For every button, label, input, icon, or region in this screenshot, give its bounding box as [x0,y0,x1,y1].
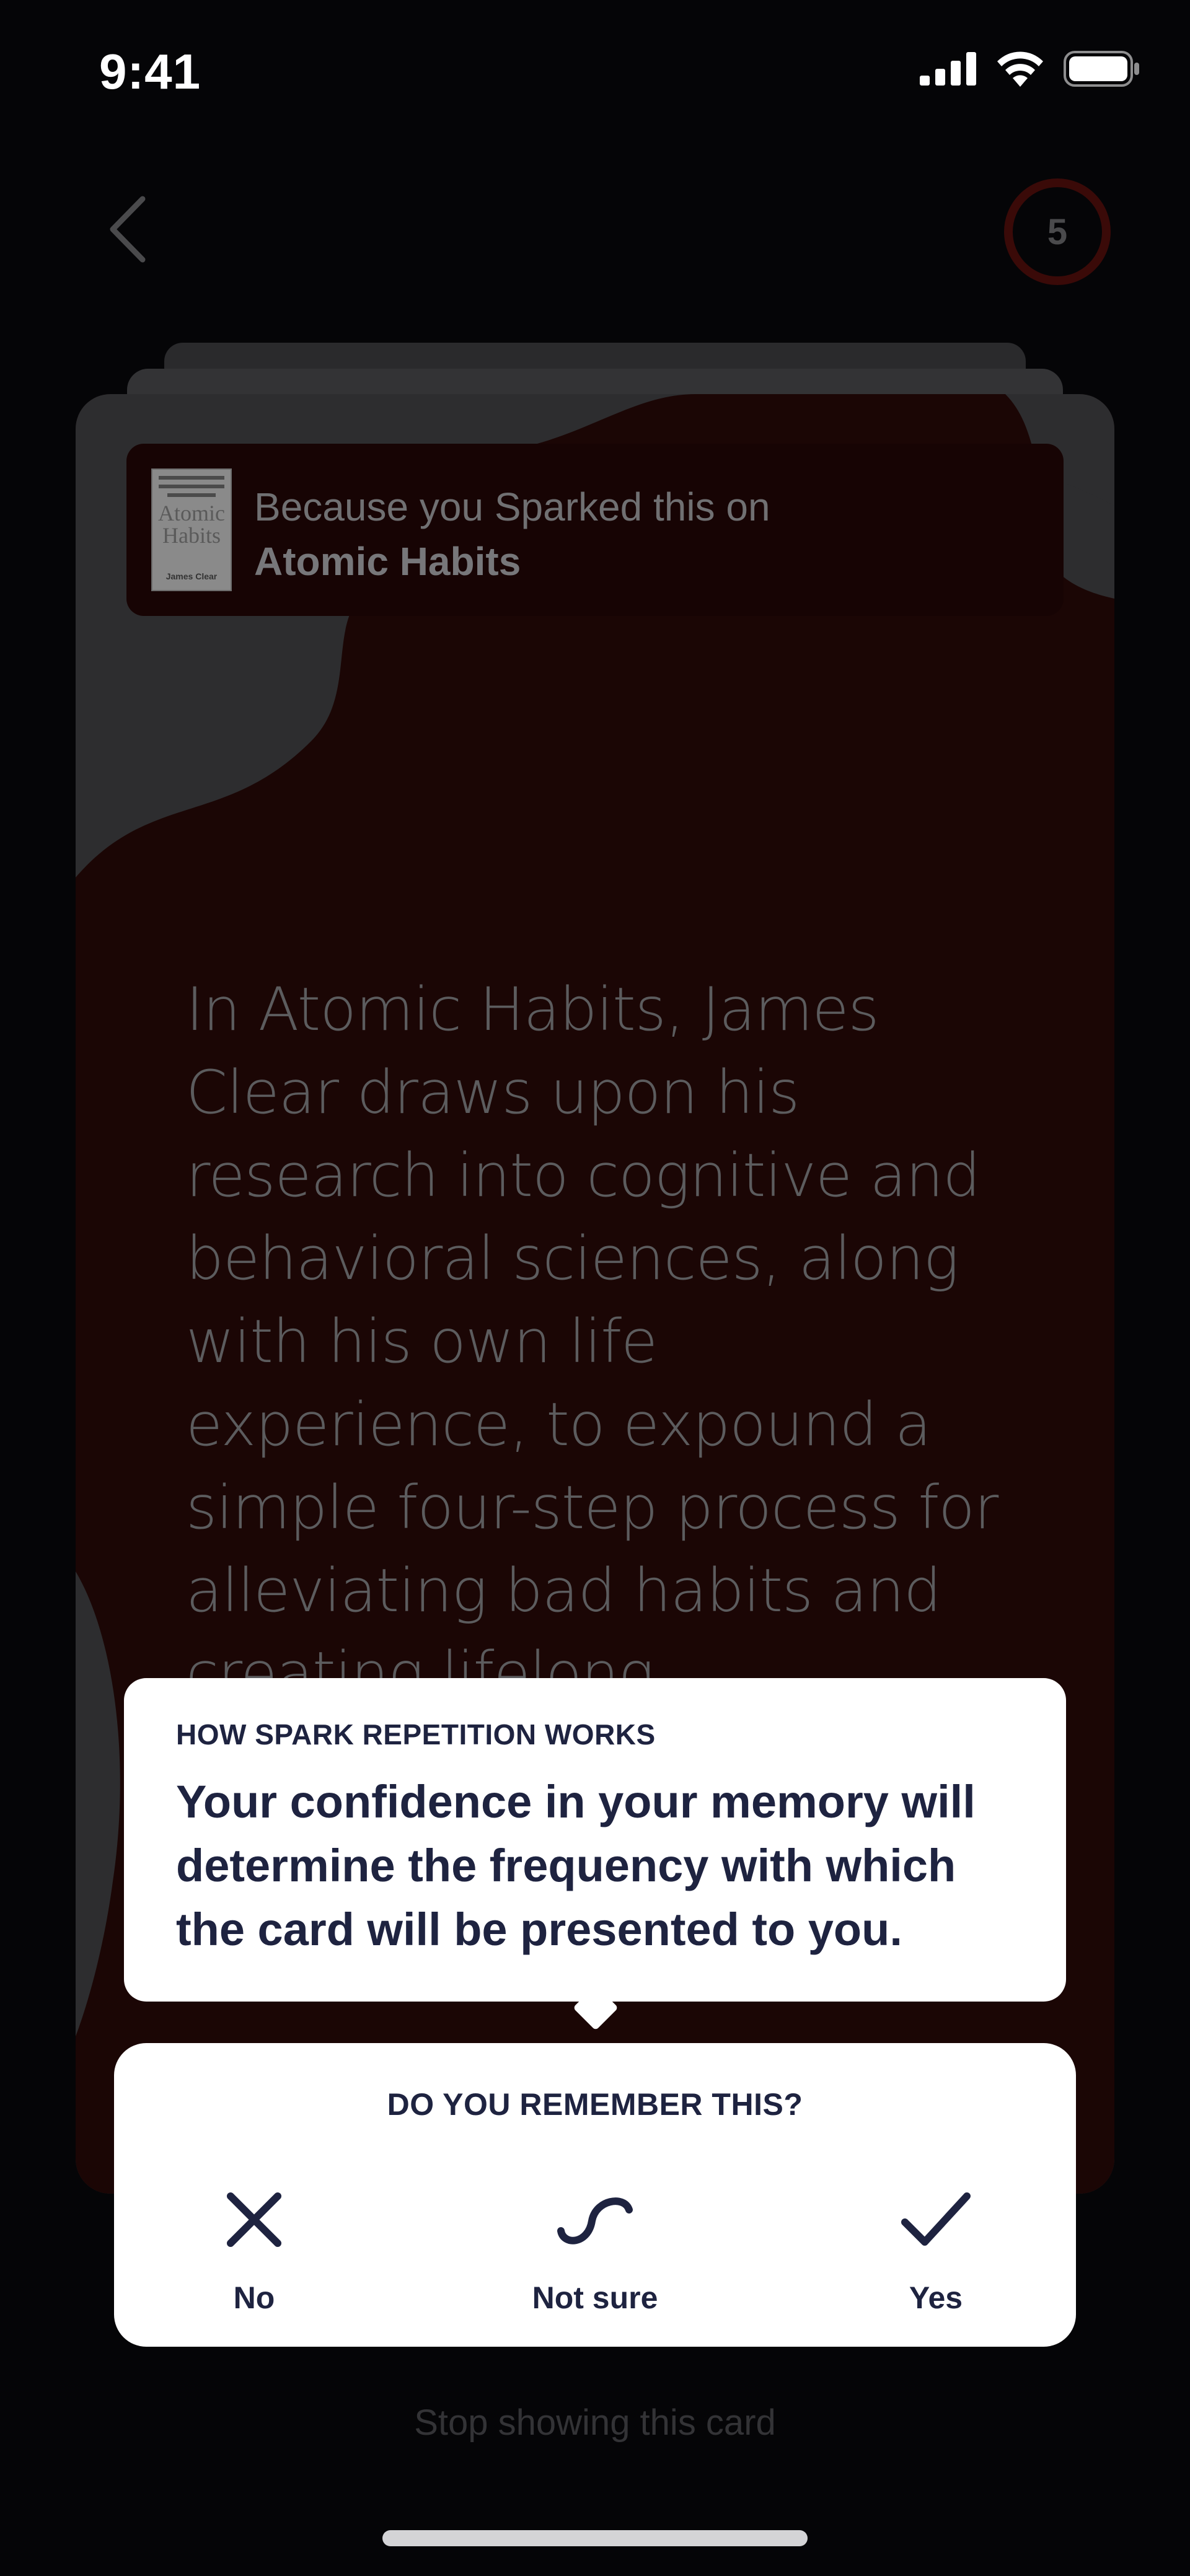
card-body-text: In Atomic Habits, James Clear draws upon… [186,975,998,1708]
status-icons [920,51,1140,87]
wifi-icon [997,51,1043,87]
stop-showing-card-link[interactable]: Stop showing this card [0,2402,1190,2443]
tooltip-text: Your confidence in your memory will dete… [176,1776,976,1955]
answer-panel: DO YOU REMEMBER THIS? No Not sure Yes [114,2043,1076,2347]
source-text: Because you Sparked this on Atomic Habit… [254,480,770,589]
book-cover-image: Atomic Habits James Clear [151,468,232,591]
source-prefix: Because you Sparked this on [254,485,770,529]
book-cover-author: James Clear [165,571,218,581]
home-indicator [382,2530,808,2546]
check-icon [901,2192,971,2246]
battery-icon [1064,51,1139,87]
answer-yes-label: Yes [909,2280,963,2315]
wave-icon [557,2197,633,2244]
answer-not-sure-label: Not sure [532,2280,658,2315]
answer-no-label: No [233,2280,275,2315]
chevron-left-icon [110,196,146,263]
card-counter-badge: 5 [1004,178,1111,285]
status-bar: 9:41 [0,0,1190,149]
spark-repetition-tooltip: HOW SPARK REPETITION WORKS Your confiden… [124,1678,1066,2002]
back-button[interactable] [93,186,161,273]
status-time: 9:41 [99,44,201,99]
cellular-signal-icon [920,52,976,86]
book-cover-title: Atomic Habits [158,501,225,548]
answer-no-button[interactable]: No [155,2179,353,2316]
source-banner[interactable]: Atomic Habits James Clear Because you Sp… [126,444,1064,616]
source-book-title: Atomic Habits [254,539,521,584]
x-icon [227,2192,281,2247]
answer-question: DO YOU REMEMBER THIS? [387,2087,803,2122]
answer-not-sure-button[interactable]: Not sure [496,2179,694,2316]
answer-yes-button[interactable]: Yes [837,2179,1035,2316]
tooltip-heading: HOW SPARK REPETITION WORKS [176,1718,656,1751]
